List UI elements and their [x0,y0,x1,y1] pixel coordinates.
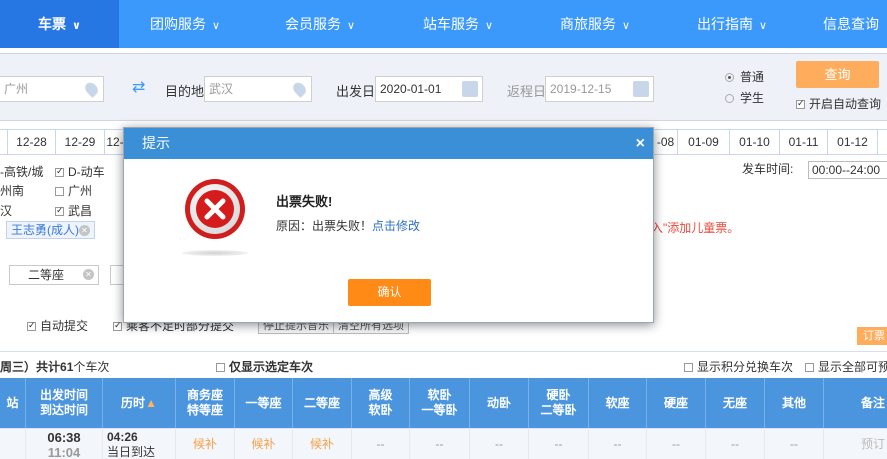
swap-icon[interactable]: ⇄ [132,80,145,96]
filter-gc-label[interactable]: -高铁/城 [0,163,43,180]
calendar-icon [462,81,478,97]
radio-student[interactable]: 学生 [725,89,764,106]
location-pin-icon [82,80,101,98]
col-no-seat: 无座 [706,378,765,428]
return-date-input[interactable]: 2019-12-15 [545,76,654,102]
nav-tickets[interactable]: 车票 ∨ [0,0,119,48]
radio-normal[interactable]: 普通 [725,68,764,85]
col-high-soft: 高级 软卧 [352,378,410,428]
table-row[interactable]: 06:38 11:04 04:26 当日到达 候补 候补 候补 -- -- -- -… [0,428,887,459]
seat-select[interactable]: 二等座 ✕ [9,265,99,285]
date-tab[interactable]: 12- [105,130,125,155]
close-icon[interactable]: × [636,128,645,159]
dialog-title: 提示 [142,135,170,151]
col-first: 一等座 [235,378,293,428]
depart-label: 出发日 [336,84,376,99]
row-book-link[interactable]: 预订 [824,429,887,459]
col-remark: 备注 [860,395,885,410]
location-pin-icon [290,80,309,98]
col-time[interactable]: 出发时间 到达时间 [26,378,103,428]
date-tab[interactable]: 01-10 [730,130,780,155]
col-hard-seat: 硬座 [647,378,706,428]
date-tab[interactable]: 01-12 [828,130,878,155]
date-tab[interactable]: 12-29 [56,130,105,155]
confirm-button[interactable]: 确认 [348,279,431,306]
passenger-tag[interactable]: 王志勇(成人) ✕ [6,221,95,239]
dialog-header: 提示 × [124,128,653,159]
row-duration: 04:26 当日到达 [103,429,176,459]
depart-time-label: 发车时间: [742,162,794,176]
error-dialog: 提示 × 出票失败! 原因：出票失败！点击修改 确认 [123,127,654,323]
points-exchange-checkbox[interactable]: 显示积分兑换车次 [684,358,793,375]
top-nav: 车票 ∨ 团购服务 ∨ 会员服务 ∨ 站车服务 ∨ 商旅服务 ∨ 出行指南 ∨ 信息查询 [0,0,887,48]
child-ticket-tip: 入"添加儿童票。 [651,221,740,235]
nav-guide[interactable]: 出行指南 ∨ [663,0,801,48]
auto-query-checkbox[interactable]: 开启自动查询 [796,95,881,112]
table-header: 站 出发时间 到达时间 历时▲ 商务座 特等座 一等座 二等座 高级 软卧 软卧 一等卧… [0,378,887,428]
error-icon [185,179,245,239]
auto-submit-checkbox[interactable]: 自动提交 [27,317,88,334]
nav-info[interactable]: 信息查询 [801,0,887,48]
order-button[interactable]: 订票 [857,327,887,345]
date-tab[interactable]: 12-28 [8,130,56,155]
modify-link[interactable]: 点击修改 [372,219,420,233]
chevron-down-icon: ∨ [346,20,356,32]
chevron-down-icon: ∨ [72,20,81,32]
date-tab[interactable]: 01-09 [678,130,730,155]
chevron-down-icon: ∨ [211,20,221,32]
col-hard-sleeper: 硬卧 二等卧 [529,378,589,428]
to-station-input[interactable]: 武汉 [204,76,312,102]
col-soft-seat: 软座 [589,378,647,428]
query-button[interactable]: 查询 [796,61,879,88]
search-bar: 广州 ⇄ 目的地 武汉 出发日 2020-01-01 返程日 2019-12-1… [0,53,887,121]
nav-station[interactable]: 站车服务 ∨ [389,0,527,48]
only-selected-checkbox[interactable]: 仅显示选定车次 [216,358,313,375]
to-label: 目的地 [165,84,205,99]
remove-icon[interactable]: ✕ [83,269,94,280]
date-tab[interactable]: 01-11 [780,130,828,155]
col-station: 站 [0,378,26,428]
col-dong-sleeper: 动卧 [470,378,529,428]
row-time: 06:38 11:04 [26,429,103,459]
filter-station-d[interactable]: 武昌 [55,202,92,219]
col-soft-sleeper: 软卧 一等卧 [410,378,470,428]
seat-select-2[interactable] [110,265,124,285]
dialog-reason: 原因：出票失败！点击修改 [276,219,421,233]
nav-member[interactable]: 会员服务 ∨ [251,0,389,48]
depart-time-select[interactable]: 00:00--24:00 [808,161,887,179]
show-all-checkbox[interactable]: 显示全部可预 [805,358,887,375]
sort-up-icon: ▲ [145,395,157,410]
col-business: 商务座 特等座 [176,378,235,428]
chevron-down-icon: ∨ [621,20,631,32]
row-first[interactable]: 候补 [235,429,293,459]
calendar-icon [633,81,649,97]
depart-date-input[interactable]: 2020-01-01 [375,76,483,102]
chevron-down-icon: ∨ [484,20,494,32]
chevron-down-icon: ∨ [758,20,768,32]
return-label: 返程日 [507,84,547,99]
col-second: 二等座 [293,378,352,428]
from-station-input[interactable]: 广州 [0,76,104,102]
nav-business[interactable]: 商旅服务 ∨ [527,0,663,48]
filter-station-a[interactable]: 州南 [0,182,24,199]
row-second[interactable]: 候补 [293,429,352,459]
filter-d-checkbox[interactable]: D-动车 [55,163,105,180]
train-count: 周三）共计61个车次 [0,360,110,374]
col-other: 其他 [765,378,824,428]
filter-station-c[interactable]: 汉 [0,202,12,219]
filter-station-b[interactable]: 广州 [55,182,92,199]
remove-icon[interactable]: ✕ [79,225,90,237]
col-duration[interactable]: 历时▲ [103,378,176,428]
row-business[interactable]: 候补 [176,429,235,459]
dialog-heading: 出票失败! [276,194,333,209]
summary-bar: 周三）共计61个车次 仅显示选定车次 显示积分兑换车次 显示全部可预 [0,351,887,377]
date-tab[interactable]: -08 [654,130,678,155]
nav-group-buy[interactable]: 团购服务 ∨ [119,0,251,48]
